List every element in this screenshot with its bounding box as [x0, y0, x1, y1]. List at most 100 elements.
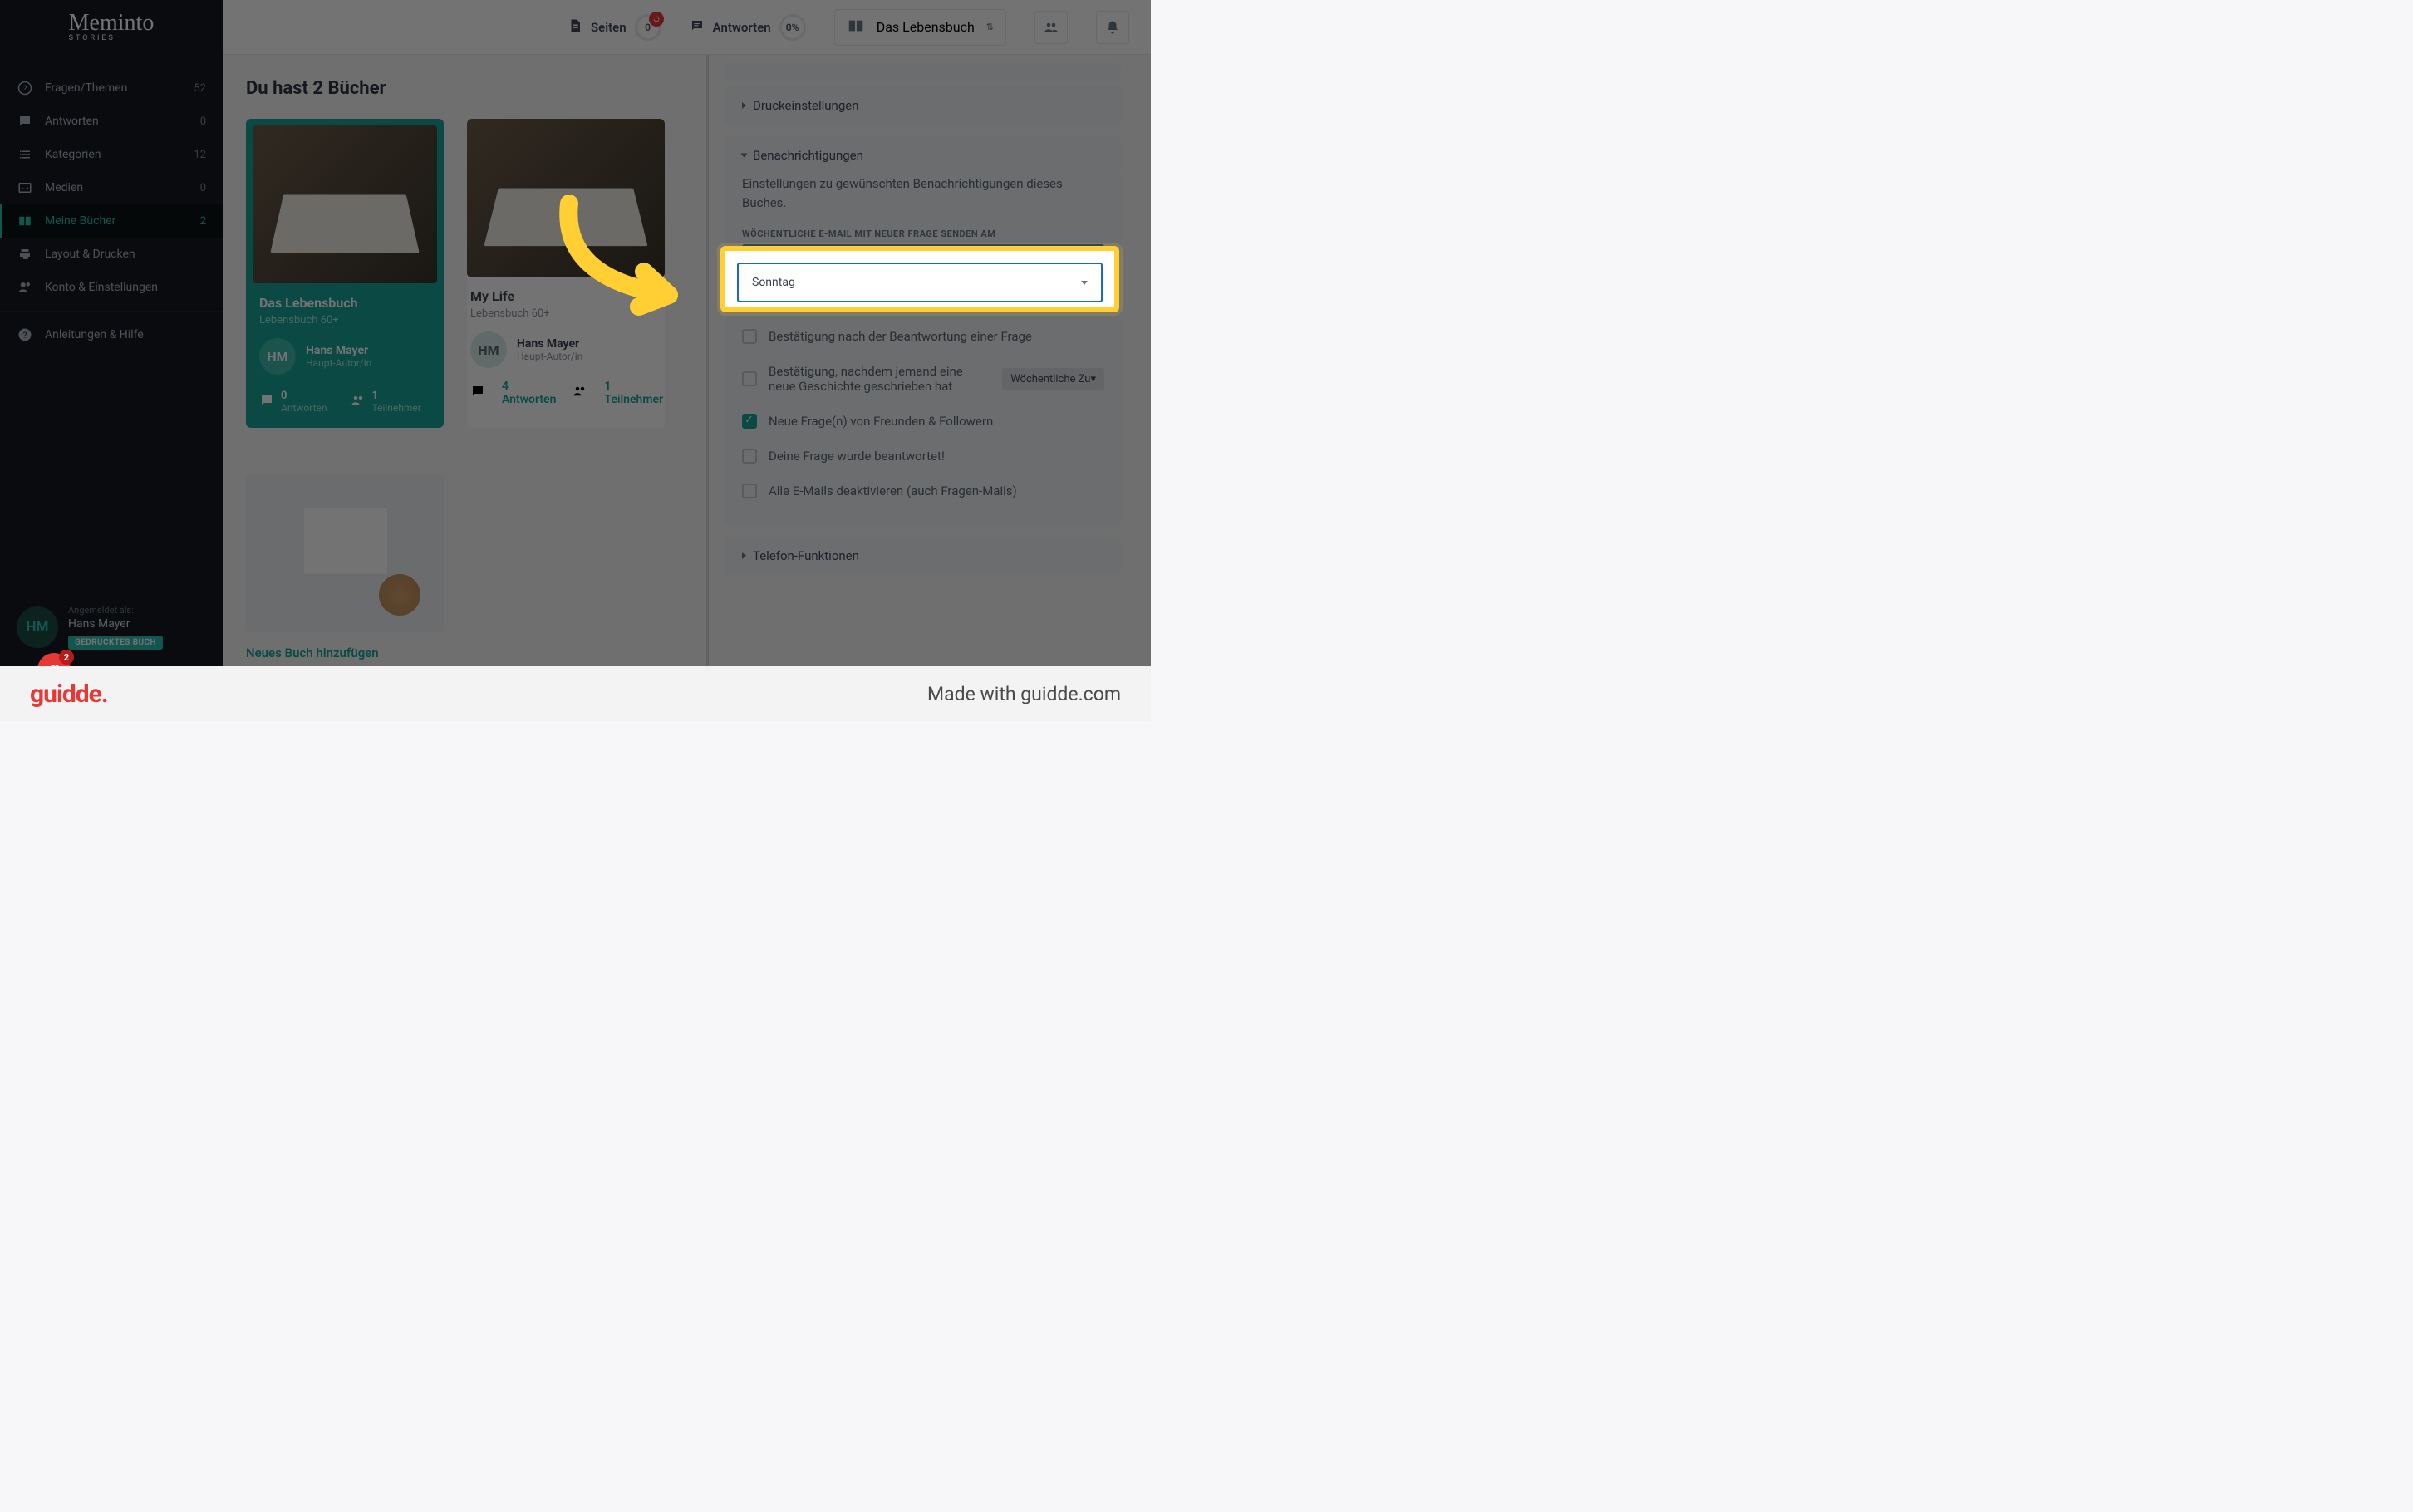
people-icon: [573, 384, 587, 402]
nav-item-questions[interactable]: ? Fragen/Themen 52: [0, 71, 223, 105]
nav-label: Meine Bücher: [45, 214, 115, 228]
highlight-box: Sonntag: [720, 246, 1119, 312]
print-icon: [17, 246, 33, 263]
topbar-pages[interactable]: Seiten 0: [568, 14, 661, 41]
tutorial-arrow: [544, 195, 710, 331]
pages-label: Seiten: [591, 20, 627, 35]
checkbox[interactable]: [742, 449, 757, 464]
check-disable-all[interactable]: Alle E-Mails deaktivieren (auch Fragen-M…: [742, 474, 1104, 508]
nav-item-media[interactable]: Medien 0: [0, 171, 223, 204]
nav-badge: 12: [194, 149, 206, 161]
panel-label: Druckeinstellungen: [753, 98, 859, 113]
check-confirm-story[interactable]: Bestätigung, nachdem jemand eine neue Ge…: [742, 354, 1104, 404]
nav-separator: [0, 311, 223, 312]
sync-icon: [649, 12, 664, 27]
page-heading: Du hast 2 Bücher: [246, 78, 665, 99]
nav-item-answers[interactable]: Antworten 0: [0, 105, 223, 138]
nav-label: Antworten: [45, 115, 99, 128]
nav-badge: 52: [194, 82, 206, 95]
author-role: Haupt-Autor/in: [306, 357, 371, 369]
people-button[interactable]: [1034, 11, 1068, 44]
nav-label: Konto & Einstellungen: [45, 281, 158, 294]
settings-panel: Druckeinstellungen Benachrichtigungen Ei…: [706, 55, 1134, 721]
caret-down-icon: [741, 154, 748, 158]
topbar-answers[interactable]: Antworten 0%: [690, 14, 806, 41]
author-name: Hans Mayer: [306, 344, 371, 357]
panel-row-truncated: [725, 63, 1121, 80]
check-label: Alle E-Mails deaktivieren (auch Fragen-M…: [769, 484, 1017, 498]
logged-in-label: Angemeldet als:: [68, 605, 163, 616]
part-label: Teilnehmer: [372, 402, 421, 414]
svg-text:?: ?: [23, 85, 27, 94]
nav: ? Fragen/Themen 52 Antworten 0 Kategorie…: [0, 71, 223, 351]
pages-count: 0: [635, 14, 661, 41]
user-block: HM Angemeldet als: Hans Mayer GEDRUCKTES…: [0, 592, 223, 663]
book-icon: [17, 213, 33, 229]
check-label: Deine Frage wurde beantwortet!: [769, 449, 945, 464]
nav-label: Anleitungen & Hilfe: [45, 328, 144, 341]
book-icon: [847, 17, 865, 38]
user-pill: GEDRUCKTES BUCH: [68, 636, 163, 650]
list-icon: [17, 146, 33, 163]
chevron-down-icon: [1081, 281, 1088, 285]
select-value: Sonntag: [752, 276, 795, 289]
checkbox[interactable]: [742, 329, 757, 344]
weekly-day-select-highlighted[interactable]: Sonntag: [737, 263, 1103, 302]
gear-icon: [17, 279, 33, 296]
frequency-button[interactable]: Wöchentliche Zu▾: [1002, 368, 1104, 390]
new-book-link[interactable]: Neues Buch hinzufügen: [246, 646, 444, 660]
participants-link[interactable]: 1 Teilnehmer: [604, 380, 663, 406]
main-content: Du hast 2 Bücher Das Lebensbuch Lebensbu…: [223, 55, 688, 721]
author-name: Hans Mayer: [517, 337, 582, 351]
image-icon: [17, 179, 33, 196]
chat-icon: [470, 384, 485, 402]
avatar: HM: [17, 606, 58, 648]
nav-badge: 0: [200, 115, 206, 128]
caret-right-icon: [742, 552, 746, 559]
panel-phone-functions[interactable]: Telefon-Funktionen: [725, 537, 1121, 575]
nav-label: Kategorien: [45, 148, 101, 161]
checkbox[interactable]: [742, 484, 757, 498]
answers-link[interactable]: 4 Antworten: [502, 380, 556, 406]
sidebar: Meminto STORIES ? Fragen/Themen 52 Antwo…: [0, 0, 223, 721]
author-role: Haupt-Autor/in: [517, 351, 582, 362]
nav-item-layout-print[interactable]: Layout & Drucken: [0, 238, 223, 271]
check-confirm-answer[interactable]: Bestätigung nach der Beantwortung einer …: [742, 319, 1104, 354]
new-book-image: [246, 474, 444, 632]
question-icon: ?: [17, 326, 33, 343]
people-icon: [351, 393, 366, 411]
nav-badge: 0: [200, 182, 206, 194]
checkbox[interactable]: [742, 371, 757, 386]
answers-label: Antworten: [713, 20, 771, 35]
answers-label: Antworten: [281, 402, 327, 414]
check-new-questions[interactable]: Neue Frage(n) von Freunden & Followern: [742, 404, 1104, 439]
weekly-email-label: WÖCHENTLICHE E-MAIL MIT NEUER FRAGE SEND…: [742, 228, 1104, 239]
book-title: Das Lebensbuch: [259, 295, 430, 311]
nav-badge: 2: [200, 215, 206, 228]
nav-item-my-books[interactable]: Meine Bücher 2: [0, 204, 223, 238]
page-icon: [568, 18, 582, 37]
book-card-featured[interactable]: Das Lebensbuch Lebensbuch 60+ HM Hans Ma…: [246, 119, 444, 428]
nav-item-account-settings[interactable]: Konto & Einstellungen: [0, 271, 223, 304]
nav-label: Layout & Drucken: [45, 248, 135, 261]
nav-label: Fragen/Themen: [45, 81, 127, 95]
nav-label: Medien: [45, 181, 83, 194]
author-avatar: HM: [470, 331, 507, 368]
nav-item-help[interactable]: ? Anleitungen & Hilfe: [0, 318, 223, 351]
svg-text:?: ?: [23, 331, 27, 341]
answers-pct: 0%: [779, 14, 806, 41]
panel-print-settings[interactable]: Druckeinstellungen: [725, 86, 1121, 125]
panel-notifications[interactable]: Benachrichtigungen: [725, 136, 1121, 174]
panel-label: Telefon-Funktionen: [753, 548, 859, 563]
guidde-logo: guidde.: [30, 680, 108, 709]
nav-item-categories[interactable]: Kategorien 12: [0, 138, 223, 171]
check-label: Bestätigung, nachdem jemand eine neue Ge…: [769, 364, 985, 394]
chat-icon: [17, 113, 33, 130]
check-question-answered[interactable]: Deine Frage wurde beantwortet!: [742, 439, 1104, 474]
caret-right-icon: [742, 102, 746, 109]
part-num: 1: [372, 390, 421, 402]
new-book-card[interactable]: Neues Buch hinzufügen: [246, 474, 444, 660]
bell-button[interactable]: [1096, 11, 1129, 44]
checkbox-checked[interactable]: [742, 414, 757, 429]
topbar-book-select[interactable]: Das Lebensbuch ⇅: [834, 9, 1006, 46]
